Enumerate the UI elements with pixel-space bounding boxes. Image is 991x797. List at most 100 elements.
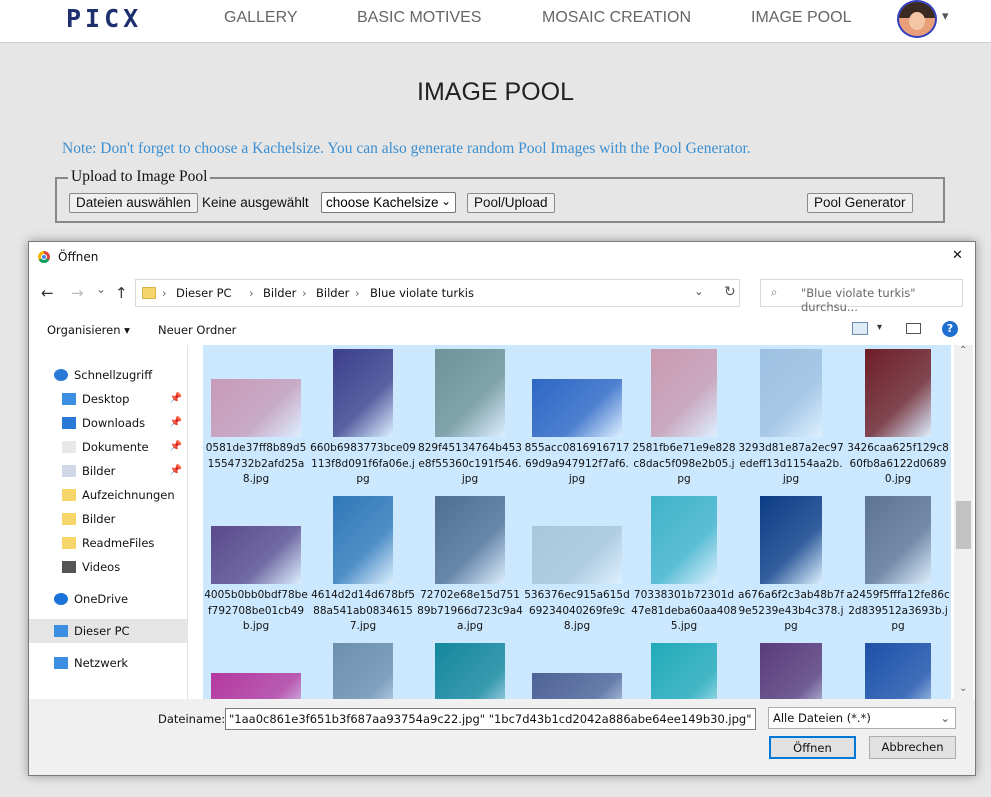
file-name: 4005b0bb0bdf78bef792708be01cb49b.jpg xyxy=(204,589,308,632)
sidebar-item-label: Dokumente xyxy=(82,440,149,454)
sidebar-item[interactable]: Bilder 📌 xyxy=(29,459,187,483)
open-button[interactable]: Öffnen xyxy=(769,736,856,759)
file-item[interactable]: 3293d81e87a2ec97edeff13d1154aa2b.jpg xyxy=(738,345,844,491)
cancel-button[interactable]: Abbrechen xyxy=(869,736,956,759)
chevron-down-icon[interactable]: ⌄ xyxy=(694,284,704,298)
address-bar[interactable]: › Dieser PC › Bilder › Bilder › Blue vio… xyxy=(135,279,740,307)
scrollbar-thumb[interactable] xyxy=(956,501,971,549)
sidebar-item[interactable]: ReadmeFiles xyxy=(29,531,187,555)
nav-basic-motives[interactable]: BASIC MOTIVES xyxy=(357,9,481,27)
choose-files-button[interactable]: Dateien auswählen xyxy=(69,193,198,213)
scroll-down-icon[interactable]: ⌄ xyxy=(959,683,967,694)
search-placeholder: "Blue violate turkis" durchsu... xyxy=(801,286,916,314)
organize-menu[interactable]: Organisieren ▾ xyxy=(47,323,130,337)
folder-icon xyxy=(142,287,156,299)
view-options-icon[interactable] xyxy=(852,322,868,335)
sidebar-item[interactable]: Aufzeichnungen xyxy=(29,483,187,507)
file-item[interactable] xyxy=(310,639,416,699)
sidebar-item[interactable]: Desktop 📌 xyxy=(29,387,187,411)
file-item[interactable]: 2581fb6e71e9e828c8dac5f098e2b05.jpg xyxy=(631,345,737,491)
sidebar-item[interactable]: Videos xyxy=(29,555,187,579)
pin-icon: 📌 xyxy=(169,441,182,452)
file-name: 855acc081691671769d9a947912f7af6.jpg xyxy=(524,442,630,485)
sidebar-item[interactable]: Schnellzugriff xyxy=(29,363,187,387)
sidebar-item[interactable]: Dokumente 📌 xyxy=(29,435,187,459)
sidebar-item[interactable]: OneDrive xyxy=(29,587,187,611)
chevron-down-icon[interactable]: ▾ xyxy=(942,8,949,24)
kachelsize-select[interactable]: choose Kachelsize ⌄ xyxy=(321,192,456,213)
breadcrumb-separator: › xyxy=(162,286,167,300)
file-item[interactable]: 3426caa625f129c860fb8a6122d06890.jpg xyxy=(845,345,951,491)
new-folder-button[interactable]: Neuer Ordner xyxy=(158,323,236,337)
file-list: 0581de37ff8b89d51554732b2afd25a8.jpg 660b… xyxy=(203,345,951,699)
dialog-footer: Dateiname: "1aa0c861e3f651b3f687aa93754a… xyxy=(29,699,975,775)
dialog-title: Öffnen xyxy=(58,250,99,264)
nav-image-pool[interactable]: IMAGE POOL xyxy=(751,9,851,27)
file-thumbnail xyxy=(532,673,622,699)
search-icon: ⌕ xyxy=(771,285,778,299)
file-thumbnail xyxy=(435,349,505,437)
file-item[interactable] xyxy=(524,639,630,699)
top-navbar: PICX GALLERY BASIC MOTIVES MOSAIC CREATI… xyxy=(0,0,991,43)
close-icon[interactable]: ✕ xyxy=(952,248,963,263)
pin-icon: 📌 xyxy=(169,393,182,404)
file-open-dialog: Öffnen ✕ ← → ⌄ ↑ › Dieser PC › Bilder › … xyxy=(28,241,976,776)
file-name: 3426caa625f129c860fb8a6122d06890.jpg xyxy=(847,442,949,485)
network-icon xyxy=(54,657,68,669)
file-name: a676a6f2c3ab48b7f9e5239e43b4c378.jpg xyxy=(738,589,844,632)
file-item[interactable]: a2459f5fffa12fe86c2d839512a3693b.jpg xyxy=(845,492,951,638)
back-arrow-icon[interactable]: ← xyxy=(41,284,54,302)
file-item[interactable] xyxy=(631,639,737,699)
filename-input[interactable]: "1aa0c861e3f651b3f687aa93754a9c22.jpg" "… xyxy=(225,708,756,730)
file-item[interactable]: 72702e68e15d75189b71966d723c9a4a.jpg xyxy=(417,492,523,638)
file-item[interactable]: 0581de37ff8b89d51554732b2afd25a8.jpg xyxy=(203,345,309,491)
preview-pane-icon[interactable] xyxy=(906,323,921,334)
nav-mosaic-creation[interactable]: MOSAIC CREATION xyxy=(542,9,691,27)
folder-icon xyxy=(62,537,76,549)
nav-gallery[interactable]: GALLERY xyxy=(224,9,298,27)
chevron-down-icon[interactable]: ▾ xyxy=(877,322,882,333)
breadcrumb-this-pc[interactable]: Dieser PC xyxy=(176,286,232,300)
file-thumbnail xyxy=(651,496,717,584)
sidebar-item[interactable]: Bilder xyxy=(29,507,187,531)
file-item[interactable] xyxy=(738,639,844,699)
breadcrumb-pictures-sub[interactable]: Bilder xyxy=(316,286,349,300)
file-thumbnail xyxy=(333,349,393,437)
file-item[interactable]: 855acc081691671769d9a947912f7af6.jpg xyxy=(524,345,630,491)
file-item[interactable]: 4005b0bb0bdf78bef792708be01cb49b.jpg xyxy=(203,492,309,638)
pool-generator-button[interactable]: Pool Generator xyxy=(807,193,913,213)
pool-upload-button[interactable]: Pool/Upload xyxy=(467,193,555,213)
filetype-select[interactable]: Alle Dateien (*.*) ⌄ xyxy=(768,707,956,729)
file-thumbnail xyxy=(865,643,931,699)
file-item[interactable]: 70338301b72301d47e81deba60aa4085.jpg xyxy=(631,492,737,638)
picx-logo[interactable]: PICX xyxy=(66,4,142,33)
refresh-icon[interactable]: ↻ xyxy=(724,284,736,300)
vertical-scrollbar[interactable]: ⌃ ⌄ xyxy=(954,345,973,699)
file-item[interactable]: 536376ec915a615d69234040269fe9c8.jpg xyxy=(524,492,630,638)
user-avatar[interactable] xyxy=(897,0,937,38)
scroll-up-icon[interactable]: ⌃ xyxy=(959,345,967,356)
file-thumbnail xyxy=(532,526,622,584)
sidebar-item-label: Dieser PC xyxy=(74,624,130,638)
navigation-pane: Schnellzugriff Desktop 📌 Downloads 📌 Dokument… xyxy=(29,345,187,699)
file-item[interactable]: 4614d2d14d678bf588a541ab08346157.jpg xyxy=(310,492,416,638)
file-item[interactable]: a676a6f2c3ab48b7f9e5239e43b4c378.jpg xyxy=(738,492,844,638)
sidebar-item[interactable]: Dieser PC xyxy=(29,619,187,643)
sidebar-item[interactable]: Downloads 📌 xyxy=(29,411,187,435)
file-thumbnail xyxy=(435,496,505,584)
breadcrumb-current-folder[interactable]: Blue violate turkis xyxy=(370,286,474,300)
up-arrow-icon[interactable]: ↑ xyxy=(115,284,128,302)
file-item[interactable]: 660b6983773bce09113f8d091f6fa06e.jpg xyxy=(310,345,416,491)
file-item[interactable]: 829f45134764b453e8f55360c191f546.jpg xyxy=(417,345,523,491)
breadcrumb-separator: › xyxy=(302,286,307,300)
file-item[interactable] xyxy=(845,639,951,699)
history-chevron-icon[interactable]: ⌄ xyxy=(96,282,106,296)
search-input[interactable]: ⌕ "Blue violate turkis" durchsu... xyxy=(760,279,963,314)
breadcrumb-pictures[interactable]: Bilder xyxy=(263,286,296,300)
file-item[interactable] xyxy=(417,639,523,699)
file-thumbnail xyxy=(435,643,505,699)
forward-arrow-icon[interactable]: → xyxy=(71,284,84,302)
sidebar-item[interactable]: Netzwerk xyxy=(29,651,187,675)
file-item[interactable] xyxy=(203,639,309,699)
help-icon[interactable]: ? xyxy=(942,321,958,337)
